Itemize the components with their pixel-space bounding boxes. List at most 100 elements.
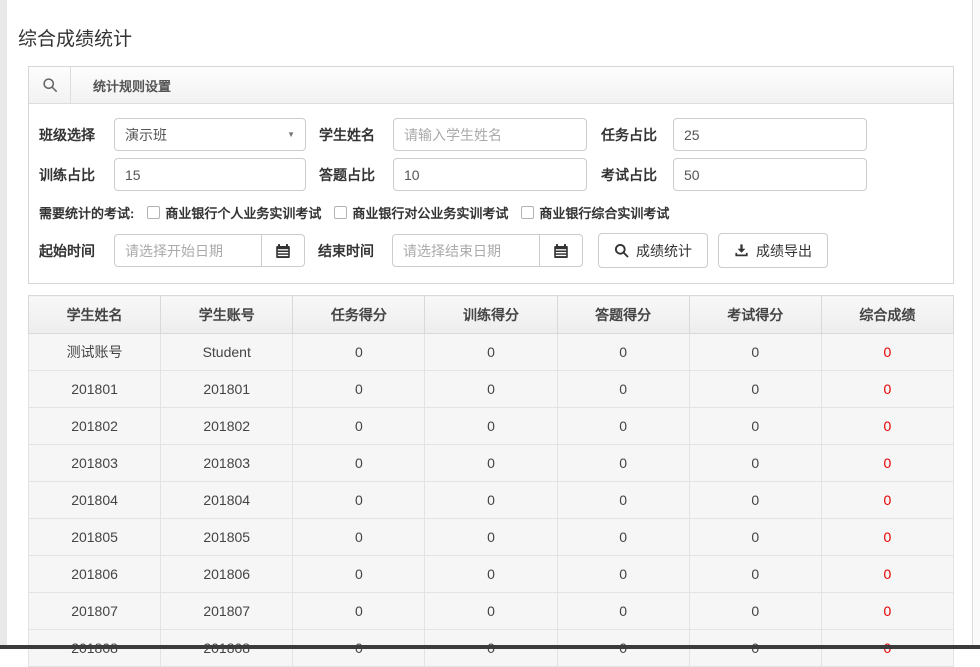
exam-checkbox[interactable] [521,206,534,219]
total-score-cell: 0 [821,556,953,593]
table-row: 20180320180300000 [29,445,954,482]
scrollbar-track[interactable] [972,0,980,649]
score-cell: 201805 [29,519,161,556]
total-score-cell: 0 [821,519,953,556]
answer-ratio-label: 答题占比 [319,165,393,185]
score-cell: 0 [293,445,425,482]
exam-checkbox-item[interactable]: 商业银行个人业务实训考试 [147,203,321,222]
total-score-cell: 0 [821,593,953,630]
class-select-group: 班级选择 演示班 ▼ [39,118,306,151]
score-table: 学生姓名学生账号任务得分训练得分答题得分考试得分综合成绩 测试账号Student… [28,295,954,667]
table-row: 20180520180500000 [29,519,954,556]
table-row: 20180720180700000 [29,593,954,630]
exam-ratio-input[interactable] [673,158,867,191]
score-cell: 0 [689,556,821,593]
score-cell: 0 [425,408,557,445]
score-table-head: 学生姓名学生账号任务得分训练得分答题得分考试得分综合成绩 [29,296,954,334]
score-cell: 201804 [161,482,293,519]
search-icon [42,77,58,93]
score-cell: 0 [689,593,821,630]
calendar-icon [553,243,569,259]
start-date-input[interactable] [114,234,262,267]
calendar-icon [275,243,291,259]
score-cell: 0 [689,482,821,519]
exam-checkbox-list: 商业银行个人业务实训考试商业银行对公业务实训考试商业银行综合实训考试 [134,203,669,222]
score-cell: 0 [425,556,557,593]
score-cell: 0 [557,334,689,371]
end-date-calendar-button[interactable] [539,234,583,267]
total-score-cell: 0 [821,445,953,482]
exam-checkbox-label: 商业银行个人业务实训考试 [165,203,321,222]
score-cell: 201807 [29,593,161,630]
student-name-input[interactable] [393,118,587,151]
exam-checkbox-row: 需要统计的考试: 商业银行个人业务实训考试商业银行对公业务实训考试商业银行综合实… [39,202,953,222]
score-export-button[interactable]: 成绩导出 [718,233,828,268]
exam-ratio-label: 考试占比 [601,165,673,185]
class-select[interactable]: 演示班 ▼ [114,118,306,151]
student-name-label: 学生姓名 [319,125,393,145]
score-cell: 0 [557,371,689,408]
column-header: 任务得分 [293,296,425,334]
header-row: 学生姓名学生账号任务得分训练得分答题得分考试得分综合成绩 [29,296,954,334]
page-title: 综合成绩统计 [18,24,132,51]
score-cell: 201801 [161,371,293,408]
exam-checkbox[interactable] [334,206,347,219]
task-ratio-group: 任务占比 [587,118,867,151]
answer-ratio-group: 答题占比 [306,158,587,191]
train-ratio-input[interactable] [114,158,306,191]
score-statistics-button[interactable]: 成绩统计 [598,233,708,268]
panel-title: 统计规则设置 [93,76,171,95]
exam-checkbox[interactable] [147,206,160,219]
score-cell: 201807 [161,593,293,630]
score-cell: 0 [293,334,425,371]
score-cell: 0 [425,445,557,482]
score-cell: 0 [425,334,557,371]
search-icon [614,243,629,258]
score-cell: 201803 [29,445,161,482]
table-row: 20180120180100000 [29,371,954,408]
filter-panel-body: 班级选择 演示班 ▼ 学生姓名 任务占比 训练占比 答题占比 [29,104,953,283]
student-name-group: 学生姓名 [306,118,587,151]
score-cell: 0 [557,593,689,630]
total-score-cell: 0 [821,482,953,519]
score-export-label: 成绩导出 [756,241,812,261]
exam-ratio-group: 考试占比 [587,158,867,191]
score-cell: 201802 [161,408,293,445]
class-select-value: 演示班 [125,125,167,145]
score-cell: 0 [557,519,689,556]
exam-checkbox-row-label: 需要统计的考试: [39,203,134,222]
score-cell: 201806 [29,556,161,593]
start-date-calendar-button[interactable] [261,234,305,267]
score-cell: 0 [557,408,689,445]
table-row: 20180620180600000 [29,556,954,593]
score-cell: 201801 [29,371,161,408]
exam-checkbox-item[interactable]: 商业银行对公业务实训考试 [334,203,508,222]
footer-bar-edge [0,645,980,649]
header-divider [70,67,71,103]
column-header: 学生姓名 [29,296,161,334]
end-date-input[interactable] [392,234,540,267]
score-cell: 0 [689,519,821,556]
start-date-group: 起始时间 [39,234,305,267]
chevron-down-icon: ▼ [287,130,295,139]
score-cell: 201806 [161,556,293,593]
score-cell: 测试账号 [29,334,161,371]
filter-row-1: 班级选择 演示班 ▼ 学生姓名 任务占比 [39,118,953,151]
download-icon [734,243,749,258]
score-cell: 201805 [161,519,293,556]
total-score-cell: 0 [821,334,953,371]
score-cell: 0 [425,482,557,519]
score-cell: 0 [689,334,821,371]
answer-ratio-input[interactable] [393,158,587,191]
score-cell: 201802 [29,408,161,445]
exam-checkbox-item[interactable]: 商业银行综合实训考试 [521,203,669,222]
table-row: 20180420180400000 [29,482,954,519]
train-ratio-label: 训练占比 [39,165,114,185]
column-header: 综合成绩 [821,296,953,334]
filter-panel: 统计规则设置 班级选择 演示班 ▼ 学生姓名 任务占比 训练占比 [28,66,954,284]
score-cell: 0 [293,556,425,593]
score-cell: 0 [293,371,425,408]
score-cell: 0 [425,593,557,630]
score-cell: 0 [425,371,557,408]
task-ratio-input[interactable] [673,118,867,151]
